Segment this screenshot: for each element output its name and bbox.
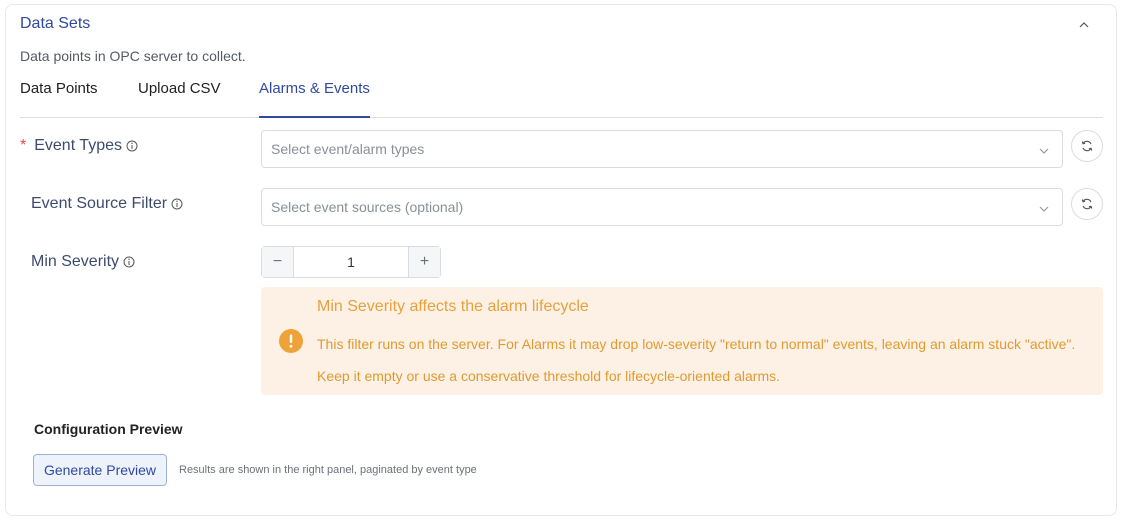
min-severity-label-text: Min Severity <box>31 253 120 270</box>
panel-description: Data points in OPC server to collect. <box>20 48 246 64</box>
preview-note: Results are shown in the right panel, pa… <box>179 464 477 476</box>
info-icon[interactable] <box>171 198 183 210</box>
event-source-filter-label-text: Event Source Filter <box>31 195 168 212</box>
data-sets-panel: Data Sets Data points in OPC server to c… <box>5 4 1117 516</box>
alert-body: This filter runs on the server. For Alar… <box>317 336 1076 384</box>
event-types-label-text: Event Types <box>34 137 122 154</box>
tab-upload-csv[interactable]: Upload CSV <box>138 80 221 118</box>
warning-icon <box>279 329 303 353</box>
event-types-label: * Event Types <box>20 137 138 155</box>
alert-title: Min Severity affects the alarm lifecycle <box>317 298 589 315</box>
chevron-up-icon[interactable] <box>1078 19 1090 31</box>
tab-data-points[interactable]: Data Points <box>20 80 98 118</box>
event-source-filter-placeholder: Select event sources (optional) <box>271 199 464 215</box>
decrement-button[interactable]: − <box>262 247 294 277</box>
tab-alarms-events[interactable]: Alarms & Events <box>259 80 370 118</box>
info-icon[interactable] <box>123 256 135 268</box>
required-mark: * <box>20 137 27 154</box>
configuration-preview-title: Configuration Preview <box>34 421 183 437</box>
panel-title: Data Sets <box>20 15 91 32</box>
chevron-down-icon <box>1039 206 1049 212</box>
event-types-placeholder: Select event/alarm types <box>271 141 425 157</box>
refresh-event-sources-button[interactable] <box>1071 188 1103 220</box>
min-severity-input[interactable]: 1 <box>294 247 408 277</box>
info-icon[interactable] <box>126 140 138 152</box>
refresh-icon <box>1081 198 1093 210</box>
min-severity-label: Min Severity <box>31 253 135 271</box>
event-source-filter-label: Event Source Filter <box>31 195 183 213</box>
generate-preview-button[interactable]: Generate Preview <box>33 454 167 486</box>
refresh-icon <box>1081 140 1093 152</box>
severity-warning-alert: Min Severity affects the alarm lifecycle… <box>261 287 1103 395</box>
min-severity-stepper: − 1 + <box>261 246 441 278</box>
chevron-down-icon <box>1039 148 1049 154</box>
refresh-event-types-button[interactable] <box>1071 130 1103 162</box>
tab-bar: Data Points Upload CSV Alarms & Events <box>20 76 1103 118</box>
increment-button[interactable]: + <box>408 247 440 277</box>
event-types-select[interactable]: Select event/alarm types <box>261 130 1063 168</box>
event-source-filter-select[interactable]: Select event sources (optional) <box>261 188 1063 226</box>
